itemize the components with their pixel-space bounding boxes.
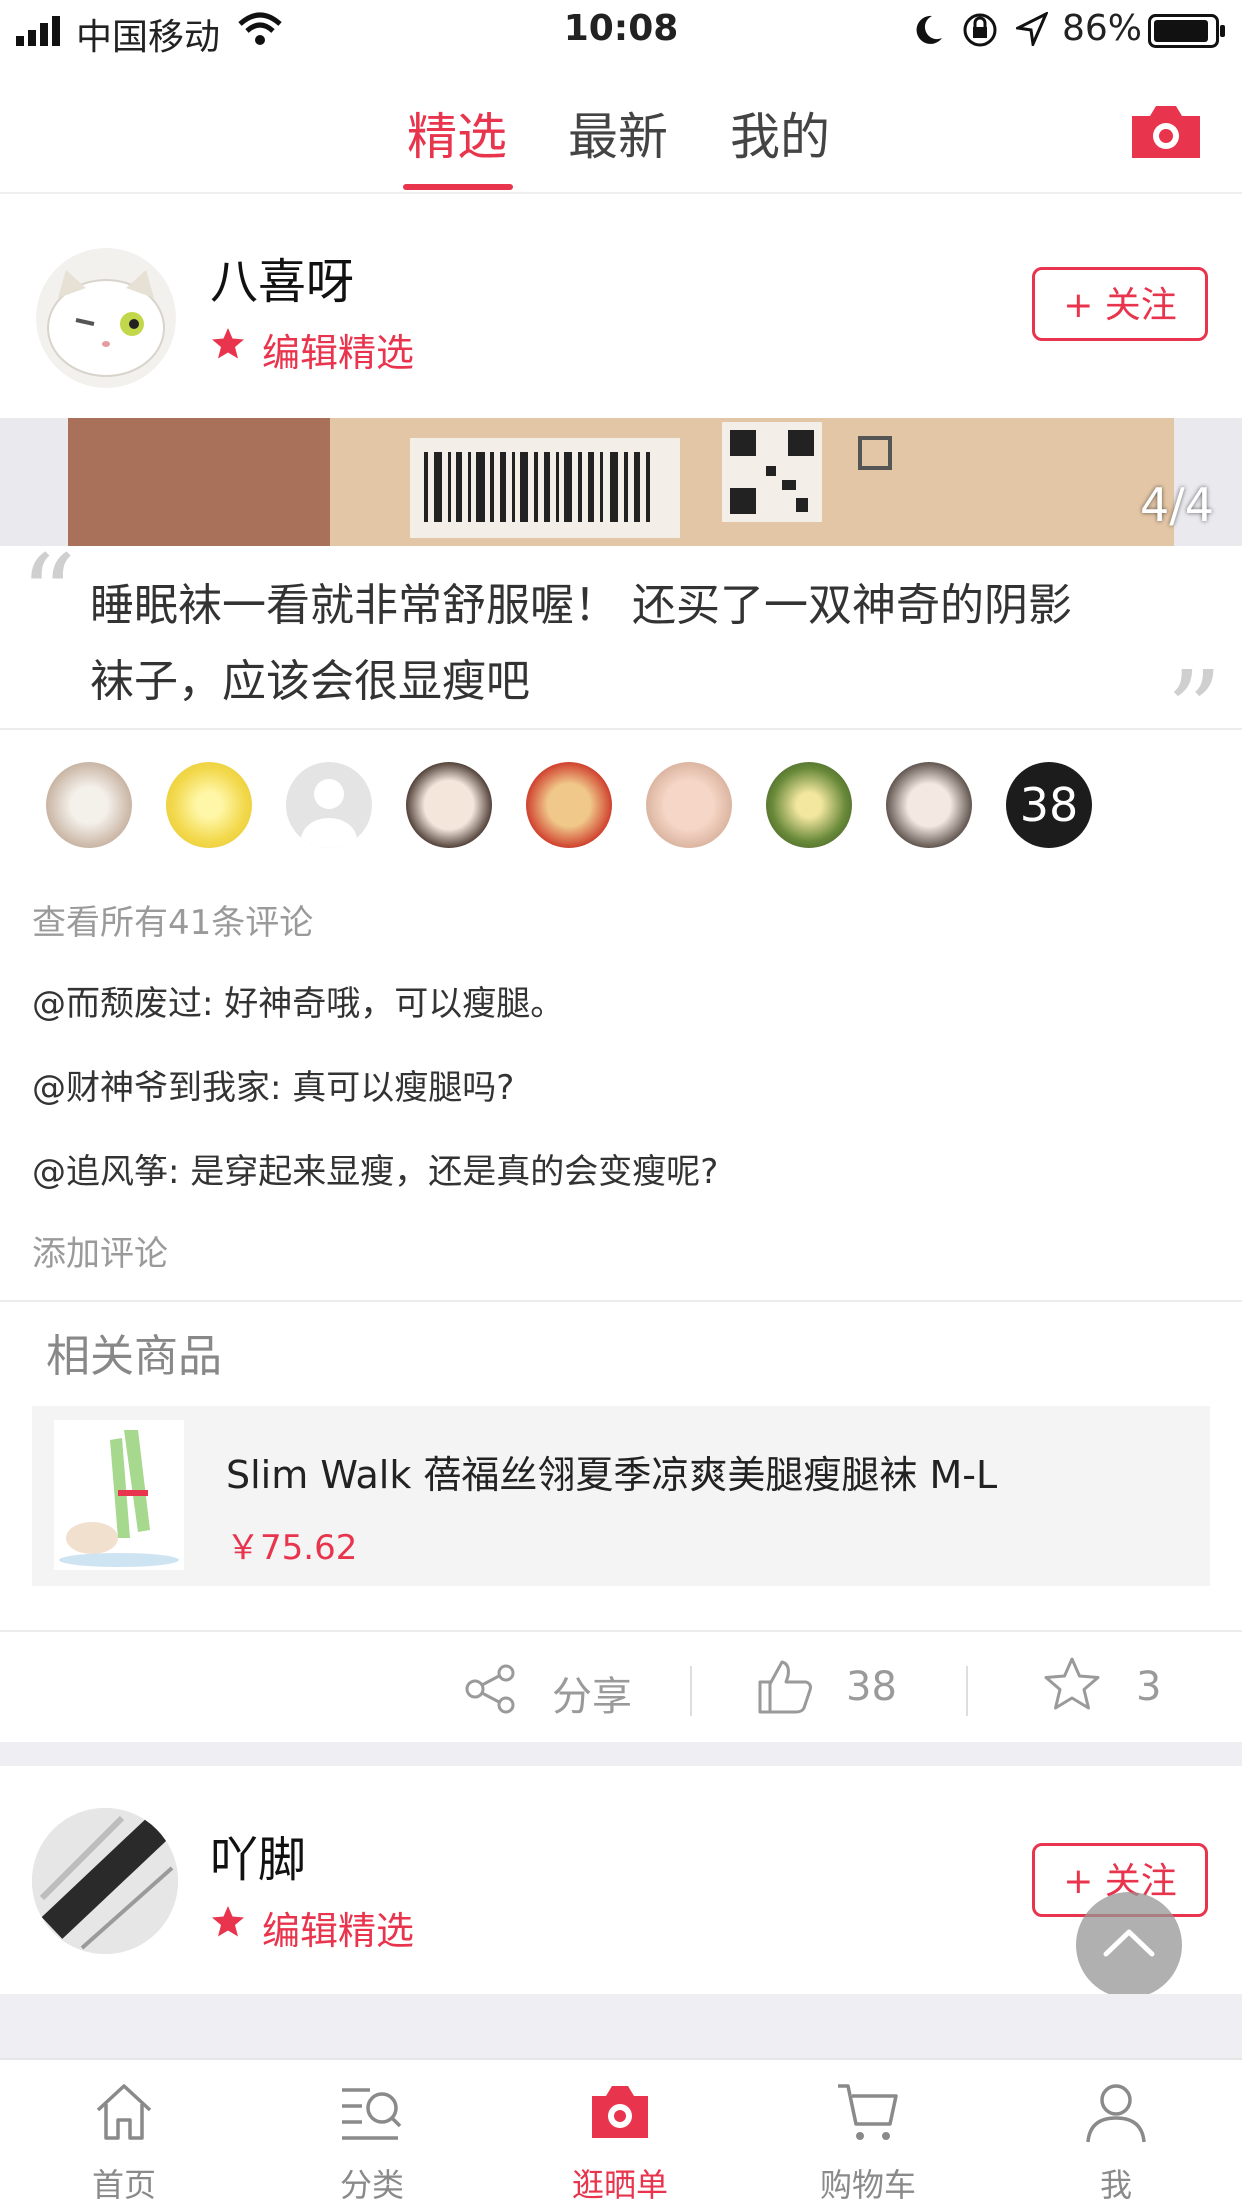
location-icon [1016,12,1048,46]
caption-line-2: 袜子，应该会很显瘦吧 [90,656,530,707]
share-button[interactable]: 分享 [552,1664,632,1722]
divider [0,1630,1242,1632]
favorite-star-icon[interactable] [1042,1656,1102,1714]
nav-home[interactable]: 首页 [0,2060,248,2210]
share-icon[interactable] [464,1664,518,1714]
battery-icon [1148,14,1225,48]
star-icon [212,328,244,359]
username[interactable]: 吖脚 [210,1820,306,1890]
separator [966,1666,968,1716]
comment-item: @财神爷到我家: 真可以瘦腿吗? [32,1068,515,1108]
product-name: Slim Walk 蓓福丝翎夏季凉爽美腿瘦腿袜 M-L [226,1453,998,1497]
product-photo [68,418,1174,546]
home-icon [96,2084,152,2140]
related-product-card[interactable]: Slim Walk 蓓福丝翎夏季凉爽美腿瘦腿袜 M-L ￥75.62 [32,1406,1210,1586]
follow-button[interactable]: + 关注 [1032,267,1208,341]
liker-avatar[interactable] [166,762,252,848]
scroll-to-top-button[interactable] [1076,1892,1182,1998]
avatar[interactable] [36,248,176,388]
user-icon [1086,2084,1146,2143]
avatar[interactable] [32,1808,178,1954]
like-count: 38 [846,1664,897,1710]
active-tab-indicator [403,184,513,190]
product-price: ￥75.62 [226,1528,358,1568]
liker-avatar[interactable] [46,762,132,848]
like-icon[interactable] [756,1658,814,1714]
moon-icon [916,15,942,44]
post-separator [0,1742,1242,1766]
nav-label: 我 [1099,2166,1132,2204]
cat-avatar-image [47,270,165,377]
divider [0,1300,1242,1302]
caption-line-1: 睡眠袜一看就非常舒服喔！ 还买了一双神奇的阴影 [90,580,1072,631]
nav-label: 购物车 [819,2166,916,2204]
camera-icon[interactable] [1128,102,1204,162]
tab-latest[interactable]: 最新 [568,97,668,169]
editor-pick-badge: 编辑精选 [262,1909,415,1953]
user-avatar-image [32,1808,178,1954]
status-bar: 中国移动 10:08 86% [0,0,1242,62]
nav-label: 首页 [91,2166,156,2204]
liker-avatar[interactable] [406,762,492,848]
close-quote-icon: ” [1166,647,1223,775]
tab-mine[interactable]: 我的 [730,97,830,169]
liker-avatar[interactable] [886,762,972,848]
cart-icon [838,2084,898,2140]
liker-avatar[interactable] [526,762,612,848]
chevron-up-icon [1103,1929,1155,1957]
camera-icon [592,2086,648,2138]
tab-featured[interactable]: 精选 [407,97,507,169]
divider [0,728,1242,730]
feed-background [0,1994,1242,2058]
nav-showcase[interactable]: 逛晒单 [496,2060,744,2210]
star-icon [212,1906,244,1937]
liker-avatar[interactable] [646,762,732,848]
nav-label: 分类 [339,2166,404,2204]
product-thumbnail [54,1420,184,1570]
nav-label: 逛晒单 [571,2166,668,2204]
separator [690,1666,692,1716]
category-search-icon [342,2088,402,2140]
liker-avatar[interactable] [286,762,372,848]
more-likers-count[interactable]: 38 [1006,762,1092,848]
open-quote-icon: “ [20,531,77,659]
post-caption: 睡眠袜一看就非常舒服喔！ 还买了一双神奇的阴影 袜子，应该会很显瘦吧 [90,568,1150,720]
comment-item: @追风筝: 是穿起来显瘦，还是真的会变瘦呢? [32,1152,719,1192]
username[interactable]: 八喜呀 [210,242,354,312]
default-user-icon [301,779,357,848]
post-image-carousel[interactable]: 4/4 [0,418,1242,546]
image-counter: 4/4 [1139,478,1214,532]
clock: 10:08 [563,8,679,49]
add-comment-input[interactable]: 添加评论 [32,1226,168,1275]
bottom-tab-bar: 首页 分类 逛晒单 购物车 我 [0,2058,1242,2210]
related-products-title: 相关商品 [46,1331,222,1382]
product-image [54,1420,184,1570]
top-tab-bar: 精选 最新 我的 [0,62,1242,194]
liker-avatar[interactable] [766,762,852,848]
favorite-count: 3 [1136,1664,1162,1710]
rotation-lock-icon [963,13,997,47]
nav-me[interactable]: 我 [992,2060,1240,2210]
nav-cart[interactable]: 购物车 [744,2060,992,2210]
nav-category[interactable]: 分类 [248,2060,496,2210]
editor-pick-badge: 编辑精选 [262,331,415,375]
battery-percent: 86% [1061,8,1142,49]
view-all-comments-link[interactable]: 查看所有41条评论 [32,895,313,944]
comment-item: @而颓废过: 好神奇哦，可以瘦腿。 [32,984,565,1024]
